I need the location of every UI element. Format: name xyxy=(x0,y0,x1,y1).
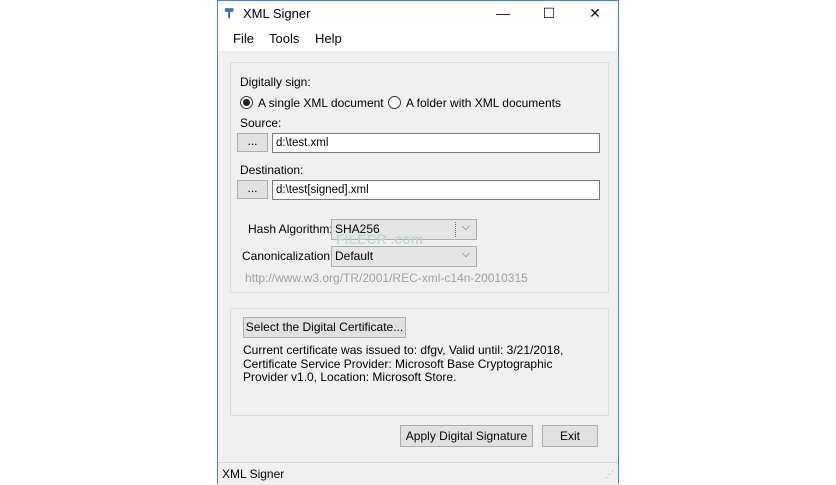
menu-tools[interactable]: Tools xyxy=(269,31,299,46)
source-input[interactable]: d:\test.xml xyxy=(272,133,600,153)
close-button[interactable]: ✕ xyxy=(572,1,618,26)
sign-options-group: Digitally sign: A single XML document A … xyxy=(230,62,609,293)
certificate-group: Select the Digital Certificate... Curren… xyxy=(230,308,609,416)
exit-button[interactable]: Exit xyxy=(542,425,598,447)
watermark: FILECR .com xyxy=(336,231,424,247)
canonicalization-select[interactable]: Default ⌵ xyxy=(331,246,477,267)
radio-single-document[interactable] xyxy=(240,96,253,109)
focus-divider xyxy=(455,222,456,237)
maximize-button[interactable]: ☐ xyxy=(526,1,572,26)
status-bar: XML Signer ⋰ xyxy=(218,462,618,485)
resize-grip-icon[interactable]: ⋰ xyxy=(605,469,614,480)
menu-file[interactable]: File xyxy=(233,31,254,46)
destination-label: Destination: xyxy=(240,163,304,177)
canonicalization-value: Default xyxy=(335,249,374,263)
window-title: XML Signer xyxy=(243,6,311,21)
source-browse-button[interactable]: ... xyxy=(237,133,268,152)
chevron-down-icon: ⌵ xyxy=(461,221,470,233)
apply-signature-button[interactable]: Apply Digital Signature xyxy=(400,425,533,447)
radio-single-label[interactable]: A single XML document xyxy=(258,96,384,110)
hash-algorithm-label: Hash Algorithm: xyxy=(248,222,333,236)
chevron-down-icon: ⌵ xyxy=(461,248,470,260)
title-bar: ₸ XML Signer — ☐ ✕ xyxy=(218,1,618,26)
app-icon: ₸ xyxy=(225,6,234,21)
destination-input[interactable]: d:\test[signed].xml xyxy=(272,180,600,200)
radio-folder-label[interactable]: A folder with XML documents xyxy=(406,96,561,110)
app-window: ₸ XML Signer — ☐ ✕ File Tools Help Digit… xyxy=(217,0,619,485)
status-text: XML Signer xyxy=(222,467,285,481)
certificate-info: Current certificate was issued to: dfgv,… xyxy=(243,343,564,384)
digitally-sign-label: Digitally sign: xyxy=(240,75,311,89)
radio-folder[interactable] xyxy=(388,96,401,109)
menu-help[interactable]: Help xyxy=(315,31,342,46)
destination-browse-button[interactable]: ... xyxy=(237,180,268,199)
minimize-button[interactable]: — xyxy=(480,1,526,26)
source-label: Source: xyxy=(240,116,282,130)
menu-bar: File Tools Help xyxy=(218,26,618,51)
canonicalization-label: Canonicalization: xyxy=(242,249,334,263)
canonicalization-url: http://www.w3.org/TR/2001/REC-xml-c14n-2… xyxy=(245,271,528,285)
select-certificate-button[interactable]: Select the Digital Certificate... xyxy=(243,317,406,338)
